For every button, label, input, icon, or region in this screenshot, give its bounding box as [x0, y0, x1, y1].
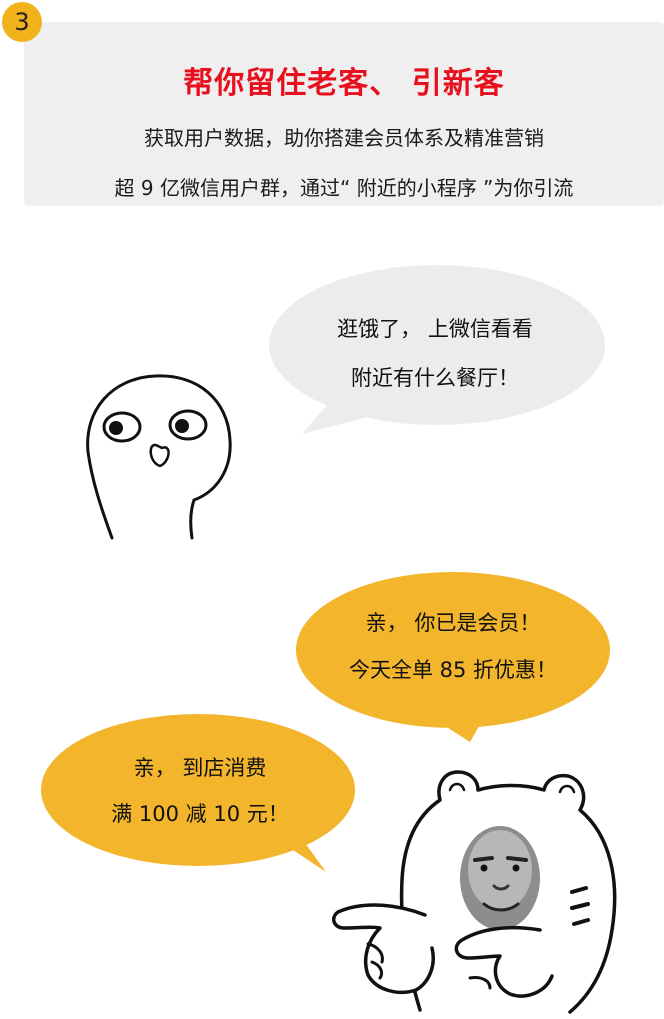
promo-speech-bubble — [41, 714, 355, 872]
customer-bubble-line-2: 附近有什么餐厅！ — [351, 366, 519, 390]
customer-character-icon — [86, 374, 232, 540]
customer-bubble-line-1: 逛饿了， 上微信看看 — [337, 317, 533, 341]
member-bubble-line-2: 今天全单 85 折优惠！ — [348, 658, 558, 682]
promo-bubble-line-2: 满 100 减 10 元！ — [111, 802, 289, 826]
customer-speech-bubble — [269, 265, 605, 434]
step-number: 3 — [14, 8, 30, 36]
illustration-scene — [41, 265, 617, 1014]
bear-character-icon — [332, 770, 617, 1014]
member-bubble-line-1: 亲， 你已是会员！ — [365, 611, 541, 635]
bear-face-icon — [460, 826, 540, 930]
step-number-badge: 3 — [2, 2, 42, 42]
promo-bubble-line-1: 亲， 到店消费 — [133, 756, 267, 780]
